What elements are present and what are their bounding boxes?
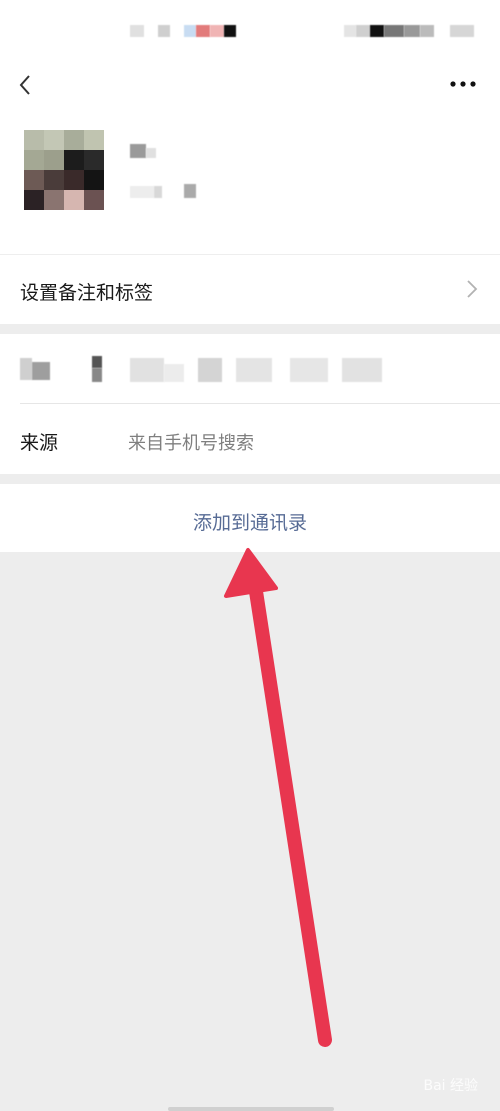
chevron-right-icon: [466, 279, 478, 299]
blurred-value: [342, 358, 382, 382]
source-row: 来源 来自手机号搜索: [0, 404, 500, 474]
add-to-contacts-row[interactable]: 添加到通讯录: [0, 484, 500, 552]
profile-header: [0, 110, 500, 254]
chevron-left-icon[interactable]: [14, 70, 38, 100]
blurred-value: [236, 358, 272, 382]
source-label: 来源: [20, 432, 59, 454]
status-bar-block: [344, 25, 356, 37]
set-remark-and-tag-row[interactable]: 设置备注和标签: [0, 254, 500, 324]
divider: [0, 254, 500, 255]
status-bar-block: [450, 25, 474, 37]
baidu-jingyan-watermark: Bai 经验: [423, 1078, 478, 1094]
profile-name-blurred: [130, 144, 146, 158]
status-bar-block: [356, 25, 370, 37]
status-bar-block: [420, 25, 434, 37]
status-bar-block: [158, 25, 170, 37]
blurred-value: [198, 358, 222, 382]
status-bar: [0, 0, 500, 60]
blurred-label: [92, 356, 102, 368]
status-bar-block: [210, 25, 224, 37]
status-bar-block: [196, 25, 210, 37]
blurred-value: [290, 358, 328, 382]
blurred-value: [164, 364, 184, 382]
status-bar-block: [384, 25, 404, 37]
ellipsis-icon[interactable]: [448, 72, 478, 96]
avatar[interactable]: [24, 130, 104, 210]
blurred-label: [92, 368, 102, 382]
status-bar-block: [370, 25, 384, 37]
home-indicator: [168, 1107, 334, 1111]
blurred-label: [32, 362, 50, 380]
blurred-value: [130, 358, 164, 382]
blurred-label: [20, 358, 32, 380]
top-nav-bar: [0, 60, 500, 110]
add-to-contacts-button[interactable]: 添加到通讯录: [0, 508, 500, 535]
blurred-info-row: [0, 334, 500, 404]
set-remark-and-tag-label: 设置备注和标签: [20, 282, 154, 304]
profile-name-blurred: [146, 148, 156, 158]
status-bar-block: [224, 25, 236, 37]
status-bar-block: [130, 25, 144, 37]
status-bar-block: [404, 25, 420, 37]
profile-id-blurred: [184, 184, 196, 198]
status-bar-block: [184, 25, 196, 37]
source-value: 来自手机号搜索: [128, 433, 254, 454]
profile-id-blurred: [154, 186, 162, 198]
profile-id-blurred: [130, 186, 154, 198]
